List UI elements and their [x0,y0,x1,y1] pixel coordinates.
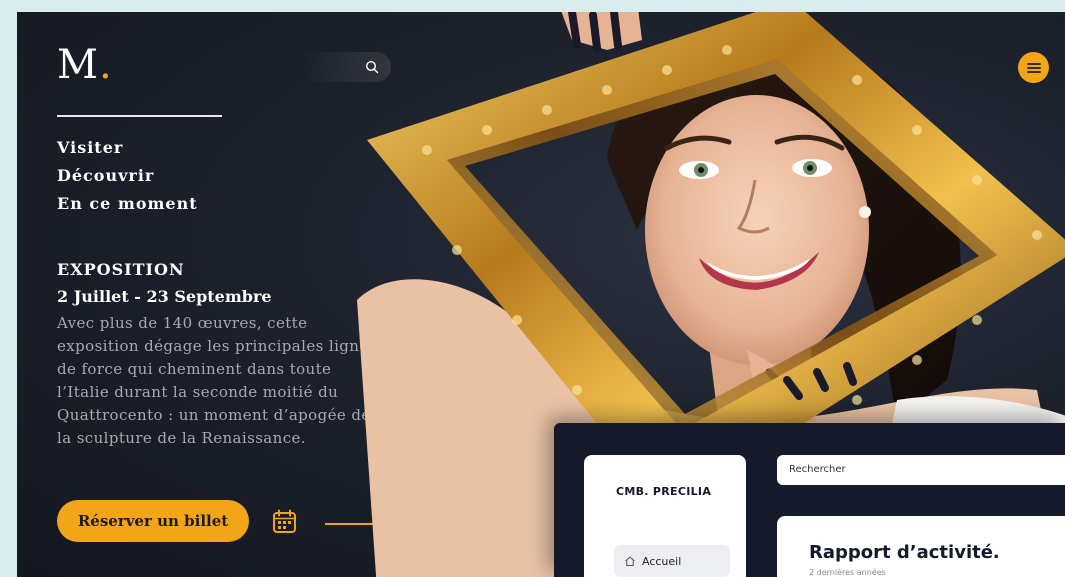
report-subtitle: 2 dernières années [809,568,886,577]
exposition-dates: 2 Juillet - 23 Septembre [57,287,272,306]
report-title: Rapport d’activité. [809,542,1000,563]
hamburger-menu-icon [1026,62,1041,73]
dashboard-brand: CMB. PRECILIA [616,485,712,498]
nav-item-visiter[interactable]: Visiter [57,134,198,162]
sidebar-item-label: Accueil [642,554,682,568]
dashboard-sidebar: CMB. PRECILIA Accueil [584,455,746,577]
exposition-block: EXPOSITION 2 Juillet - 23 Septembre Avec… [57,260,377,450]
main-nav: Visiter Découvrir En ce moment [57,134,198,218]
logo-letter: M [57,42,99,88]
calendar-icon[interactable] [272,509,297,534]
nav-item-decouvrir[interactable]: Découvrir [57,162,198,190]
logo-dot: . [98,42,113,88]
book-ticket-button[interactable]: Réserver un billet [57,500,249,542]
dashboard-search-input[interactable]: Rechercher [777,455,1065,485]
brand-logo[interactable]: M. [57,42,113,88]
exposition-description: Avec plus de 140 œuvres, cette expositio… [57,314,377,447]
report-card: Rapport d’activité. 2 dernières années [777,516,1065,577]
home-icon [625,556,635,566]
nav-item-en-ce-moment[interactable]: En ce moment [57,190,198,218]
logo-divider [57,115,222,117]
dashboard-preview: CMB. PRECILIA Accueil Rechercher Rapport… [554,423,1065,577]
sidebar-item-accueil[interactable]: Accueil [614,545,730,577]
menu-button[interactable] [1018,52,1049,83]
exposition-kicker: EXPOSITION [57,260,185,279]
